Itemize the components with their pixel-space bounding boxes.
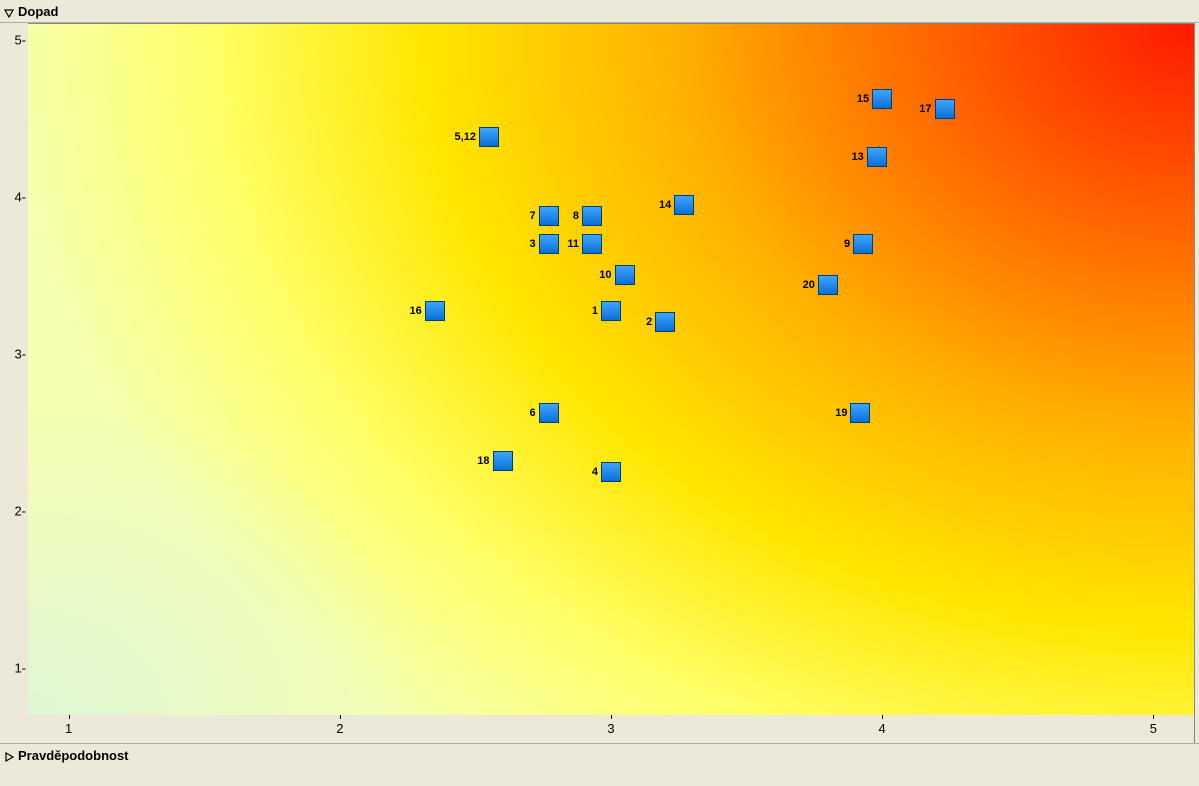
risk-label: 3 <box>530 238 536 250</box>
x-tick-label: 5 <box>1150 721 1157 736</box>
risk-label: 13 <box>851 151 863 163</box>
plot-area[interactable]: 1 2 3 4 5,12 6 7 8 9 10 11 13 14 15 16 17 18 19 20 <box>28 24 1194 715</box>
risk-marker[interactable] <box>853 234 873 254</box>
x-tick-label: 2 <box>336 721 343 736</box>
risk-marker[interactable] <box>655 312 675 332</box>
plot-zone: 12345,12678910111314151617181920 1-2-3-4… <box>28 23 1195 743</box>
risk-marker[interactable] <box>850 403 870 423</box>
x-tick-label: 3 <box>607 721 614 736</box>
risk-label: 10 <box>599 269 611 281</box>
risk-marker[interactable] <box>867 147 887 167</box>
risk-label: 6 <box>530 407 536 419</box>
risk-label: 15 <box>857 93 869 105</box>
y-tick-label: 2- <box>14 503 26 518</box>
risk-marker[interactable] <box>872 89 892 109</box>
x-tick-mark <box>611 715 612 719</box>
arrow-down-icon <box>4 6 14 16</box>
risk-label: 8 <box>573 210 579 222</box>
risk-label: 11 <box>567 238 579 250</box>
risk-marker[interactable] <box>601 301 621 321</box>
risk-label: 9 <box>844 238 850 250</box>
y-tick-label: 4- <box>14 189 26 204</box>
y-tick-label: 1- <box>14 660 26 675</box>
y-tick-label: 5- <box>14 32 26 47</box>
risk-label: 4 <box>592 466 598 478</box>
risk-marker[interactable] <box>935 99 955 119</box>
risk-label: 17 <box>919 103 931 115</box>
risk-marker[interactable] <box>818 275 838 295</box>
risk-marker[interactable] <box>493 451 513 471</box>
risk-label: 19 <box>835 407 847 419</box>
risk-marker[interactable] <box>582 234 602 254</box>
risk-matrix-panel: Dopad 12345,12678910111314151617181920 1… <box>0 0 1199 786</box>
x-tick-label: 1 <box>65 721 72 736</box>
risk-marker[interactable] <box>539 403 559 423</box>
x-axis-ticks: 1 2 3 4 5 <box>28 715 1194 743</box>
risk-label: 5,12 <box>455 131 476 143</box>
x-tick-label: 4 <box>879 721 886 736</box>
risk-marker[interactable] <box>601 462 621 482</box>
risk-marker[interactable] <box>615 265 635 285</box>
risk-marker[interactable] <box>539 234 559 254</box>
risk-label: 20 <box>803 279 815 291</box>
x-tick-mark <box>1153 715 1154 719</box>
risk-marker[interactable] <box>479 127 499 147</box>
risk-label: 18 <box>477 455 489 467</box>
risk-label: 16 <box>409 305 421 317</box>
x-axis-header[interactable]: Pravděpodobnost <box>0 743 1199 766</box>
risk-label: 14 <box>659 199 671 211</box>
risk-label: 1 <box>592 305 598 317</box>
x-tick-mark <box>882 715 883 719</box>
x-tick-mark <box>69 715 70 719</box>
risk-marker[interactable] <box>539 206 559 226</box>
arrow-right-icon <box>4 750 14 760</box>
risk-marker[interactable] <box>425 301 445 321</box>
y-axis-ticks: 1- 2- 3- 4- 5- <box>4 24 28 715</box>
risk-label: 2 <box>646 316 652 328</box>
risk-label: 7 <box>530 210 536 222</box>
x-axis-label: Pravděpodobnost <box>18 748 129 763</box>
risk-marker[interactable] <box>674 195 694 215</box>
y-axis-label: Dopad <box>18 4 58 19</box>
y-tick-label: 3- <box>14 346 26 361</box>
y-axis-header[interactable]: Dopad <box>0 0 1199 23</box>
risk-marker[interactable] <box>582 206 602 226</box>
x-tick-mark <box>340 715 341 719</box>
